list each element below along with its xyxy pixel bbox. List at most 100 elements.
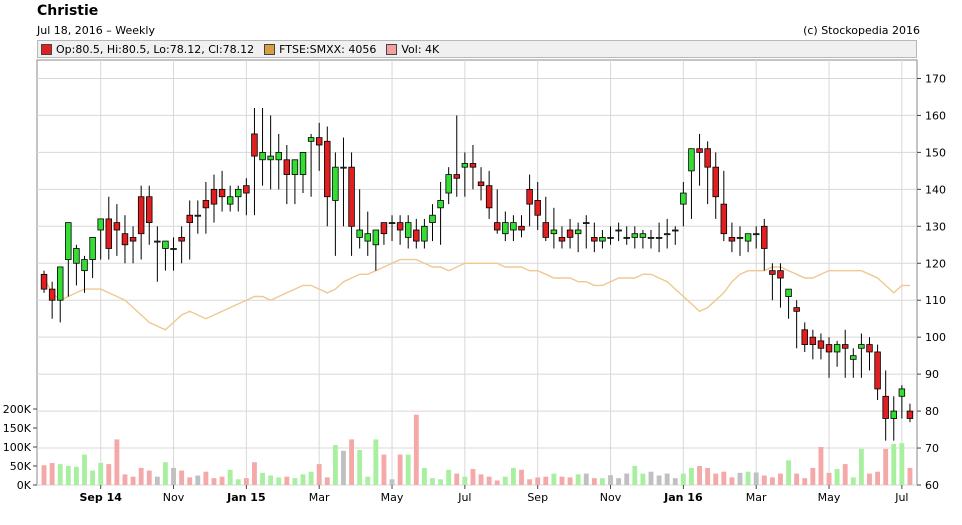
candle-body	[712, 166, 719, 198]
candle-body	[583, 222, 590, 225]
volume-bar	[842, 464, 848, 485]
volume-bar	[243, 478, 249, 485]
candle-body	[518, 225, 525, 231]
time-tick-label: Nov	[163, 491, 185, 504]
plot-frame	[36, 59, 918, 486]
volume-bar	[341, 450, 346, 485]
volume-bar	[260, 472, 265, 485]
volume-bar	[721, 471, 727, 485]
price-tick-label: 70	[925, 442, 939, 455]
volume-bar	[891, 443, 897, 485]
candle-body	[137, 196, 145, 235]
volume-bar	[583, 473, 589, 485]
candle-body	[801, 329, 808, 345]
candle-body	[493, 222, 501, 231]
volume-bar	[462, 476, 468, 485]
volume-bar	[867, 473, 872, 485]
price-tick-label: 110	[925, 294, 946, 307]
candle-body	[858, 344, 865, 349]
candle-body	[696, 148, 703, 153]
volume-tick-label: 200K	[3, 403, 32, 416]
volume-bar	[883, 448, 889, 485]
candle-body	[688, 148, 695, 172]
candle-body	[833, 344, 841, 353]
candle-body	[817, 340, 825, 349]
volume-bar	[794, 473, 800, 485]
volume-bar	[171, 467, 176, 485]
volume-tick-label: 50K	[10, 460, 32, 473]
volume-bar	[203, 471, 209, 485]
volume-bar	[834, 469, 840, 485]
volume-bar	[689, 467, 694, 485]
volume-bar	[179, 470, 185, 485]
volume-bar	[49, 462, 55, 485]
candle-body	[194, 214, 202, 217]
candle-body	[421, 225, 428, 242]
volume-bar	[543, 476, 549, 485]
candle-body	[170, 248, 177, 250]
volume-bar	[753, 472, 759, 485]
volume-bar	[656, 475, 662, 485]
candle-body	[210, 188, 218, 205]
candle-body	[469, 163, 477, 168]
volume-bar	[527, 479, 533, 485]
volume-bar	[858, 448, 864, 485]
candle-body	[186, 214, 193, 224]
candle-body	[113, 222, 121, 231]
volume-bar	[195, 475, 201, 485]
volume-bar	[786, 460, 791, 485]
volume-bar	[697, 466, 702, 485]
candle-body	[73, 248, 80, 264]
volume-bar	[138, 467, 144, 485]
volume-bar	[810, 467, 816, 485]
volume-bar	[470, 469, 476, 485]
volume-bar	[41, 465, 47, 485]
candle-body	[906, 410, 914, 419]
volume-bar	[316, 464, 322, 485]
volume-bar	[778, 473, 783, 485]
volume-bar	[227, 469, 233, 485]
volume-bar	[365, 476, 371, 485]
price-tick-label: 160	[925, 109, 946, 122]
volume-bar	[187, 477, 193, 485]
volume-bar	[276, 477, 282, 485]
candle-body	[65, 222, 72, 260]
candle-body	[388, 222, 396, 225]
candle-body	[89, 236, 96, 260]
candle-body	[680, 192, 687, 205]
price-tick-label: 60	[925, 479, 939, 492]
volume-bar	[551, 473, 557, 485]
candle-body	[324, 140, 331, 198]
candle-body	[461, 163, 469, 168]
volume-bar	[802, 478, 808, 485]
volume-bar	[413, 414, 419, 485]
price-tick-label: 140	[925, 183, 946, 196]
volume-bar	[502, 476, 508, 485]
candle-body	[825, 344, 833, 353]
time-tick-label: Jan 16	[663, 491, 703, 504]
volume-bar	[421, 467, 427, 485]
candle-body	[720, 203, 728, 235]
candle-body	[364, 233, 371, 242]
volume-bar	[608, 475, 613, 485]
volume-bar	[640, 473, 646, 485]
candle-body	[574, 229, 582, 235]
volume-bar	[664, 473, 670, 485]
time-tick-label: Jul	[894, 491, 908, 504]
volume-bar	[381, 454, 387, 485]
time-tick-label: Mar	[309, 491, 330, 504]
candle-body	[380, 222, 388, 235]
volume-bar	[907, 467, 913, 485]
candle-body	[218, 188, 226, 198]
candle-body	[121, 233, 129, 246]
candle-body	[356, 229, 363, 238]
candle-body	[56, 266, 64, 301]
volume-bar	[624, 473, 630, 485]
time-tick-label: May	[381, 491, 404, 504]
candle-body	[882, 395, 889, 419]
volume-bar	[219, 476, 225, 485]
volume-bar	[494, 480, 500, 485]
volume-bar	[567, 477, 573, 485]
candle-body	[40, 273, 48, 290]
candle-body	[413, 229, 420, 242]
